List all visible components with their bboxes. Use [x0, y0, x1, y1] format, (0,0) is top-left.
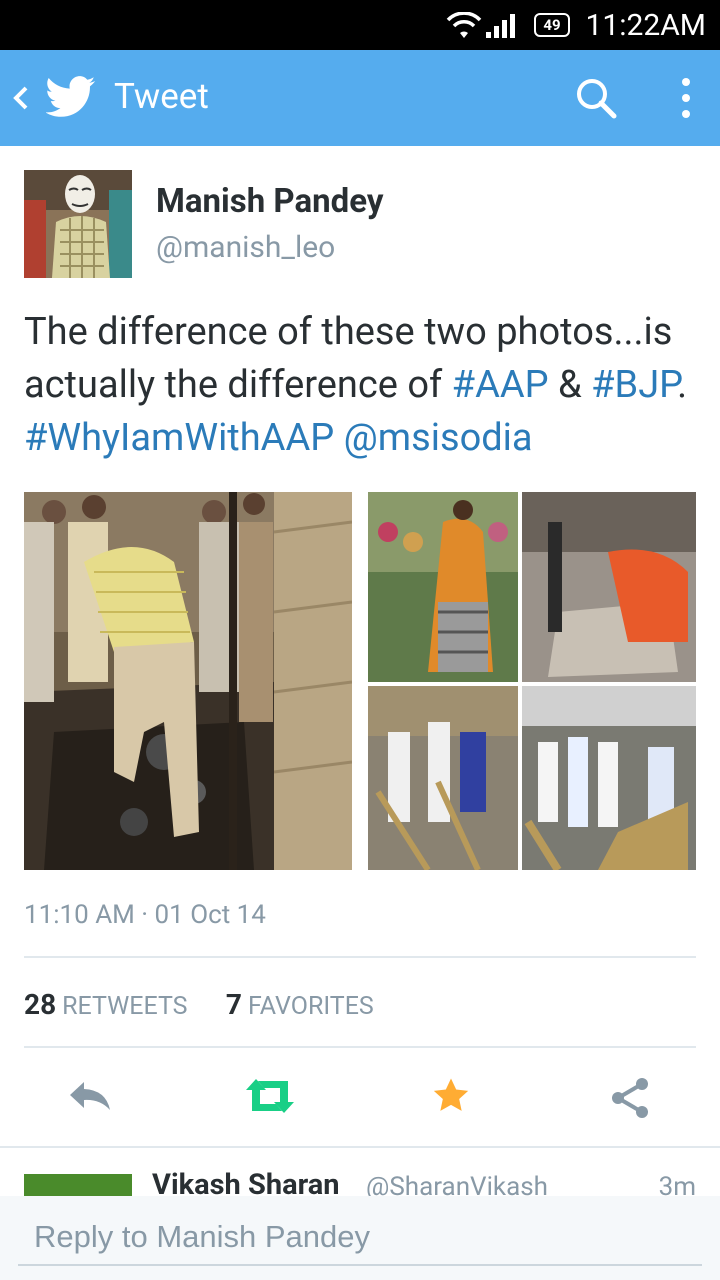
tweet-photo-1[interactable] — [24, 492, 352, 870]
tweet-text-part: & — [548, 363, 592, 407]
favorite-icon[interactable] — [430, 1076, 472, 1116]
share-icon[interactable] — [608, 1076, 652, 1120]
reply-author-handle: @SharanVikash — [366, 1172, 548, 1198]
divider — [24, 956, 696, 958]
favorites-label: FAVORITES — [248, 992, 374, 1021]
reply-author-name: Vikash Sharan — [152, 1168, 340, 1198]
retweets-label: RETWEETS — [62, 992, 188, 1021]
app-bar: Tweet — [0, 50, 720, 146]
hashtag-link-bjp[interactable]: #BJP — [591, 363, 677, 407]
reply-composer — [0, 1196, 720, 1280]
reply-input[interactable] — [18, 1210, 702, 1266]
author-handle[interactable]: @manish_leo — [156, 230, 335, 265]
tweet-text-part: . — [677, 363, 688, 407]
status-bar: 49 11:22AM — [0, 0, 720, 50]
reply-list-item[interactable]: Vikash Sharan @SharanVikash 3m — [0, 1146, 720, 1198]
divider — [24, 1046, 696, 1048]
tweet-card: Manish Pandey @manish_leo The difference… — [0, 146, 720, 1146]
retweet-icon[interactable] — [242, 1076, 298, 1116]
reply-time: 3m — [658, 1172, 696, 1198]
more-icon[interactable] — [676, 76, 696, 120]
tweet-stats: 28 RETWEETS 7 FAVORITES — [24, 988, 374, 1021]
favorites-count: 7 — [225, 988, 242, 1021]
favorites-stat[interactable]: 7 FAVORITES — [226, 988, 374, 1021]
reply-icon[interactable] — [66, 1076, 114, 1116]
avatar[interactable] — [24, 170, 132, 278]
retweets-stat[interactable]: 28 RETWEETS — [24, 988, 188, 1021]
reply-avatar — [24, 1174, 132, 1198]
wifi-icon — [446, 12, 482, 38]
search-icon[interactable] — [574, 76, 618, 120]
page-title: Tweet — [114, 76, 209, 117]
back-icon[interactable] — [10, 76, 32, 120]
hashtag-link-aap[interactable]: #AAP — [452, 363, 549, 407]
tweet-photo-2[interactable] — [368, 492, 696, 870]
hashtag-link-whyiamwithaap[interactable]: #WhyIamWithAAP — [24, 416, 334, 460]
clock: 11:22AM — [585, 8, 706, 43]
battery-indicator: 49 — [534, 13, 570, 37]
tweet-timestamp: 11:10 AM · 01 Oct 14 — [24, 900, 266, 930]
tweet-text-part — [334, 416, 343, 460]
mention-link-msisodia[interactable]: @msisodia — [344, 416, 533, 460]
author-name[interactable]: Manish Pandey — [156, 182, 383, 221]
signal-icon — [486, 14, 515, 38]
twitter-bird-icon — [46, 76, 96, 117]
tweet-text: The difference of these two photos...is … — [24, 306, 704, 465]
retweets-count: 28 — [24, 988, 57, 1021]
